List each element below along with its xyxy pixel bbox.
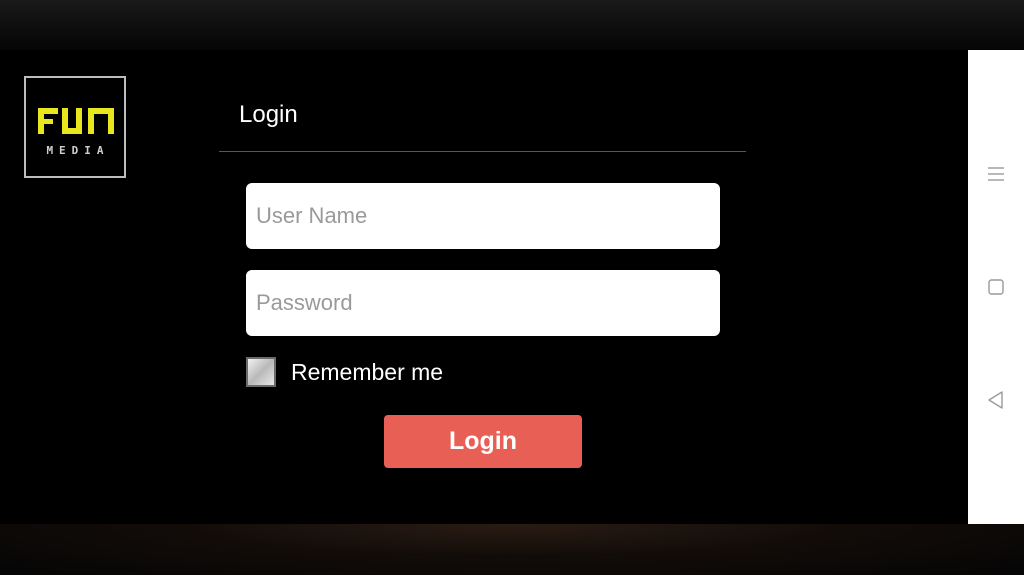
password-input[interactable]: [246, 270, 720, 336]
logo-wordmark: [38, 108, 114, 134]
remember-me-label: Remember me: [291, 358, 444, 385]
logo-subtext: MEDIA: [46, 144, 110, 157]
device-frame: MEDIA Login Remember me Login: [0, 0, 1024, 575]
login-title: Login: [239, 101, 298, 128]
brand-logo: MEDIA: [24, 76, 126, 178]
username-input[interactable]: [246, 183, 720, 249]
top-bezel: [0, 0, 1024, 50]
app-screen: MEDIA Login Remember me Login: [0, 50, 968, 524]
bottom-bezel: [0, 524, 1024, 575]
menu-icon[interactable]: [984, 162, 1008, 186]
remember-me-checkbox[interactable]: [246, 357, 276, 387]
system-nav-bar: [968, 50, 1024, 524]
back-triangle-icon[interactable]: [984, 388, 1008, 412]
home-square-icon[interactable]: [984, 275, 1008, 299]
remember-me-row[interactable]: Remember me: [246, 356, 443, 388]
login-button[interactable]: Login: [384, 415, 582, 468]
title-divider: [219, 151, 746, 152]
